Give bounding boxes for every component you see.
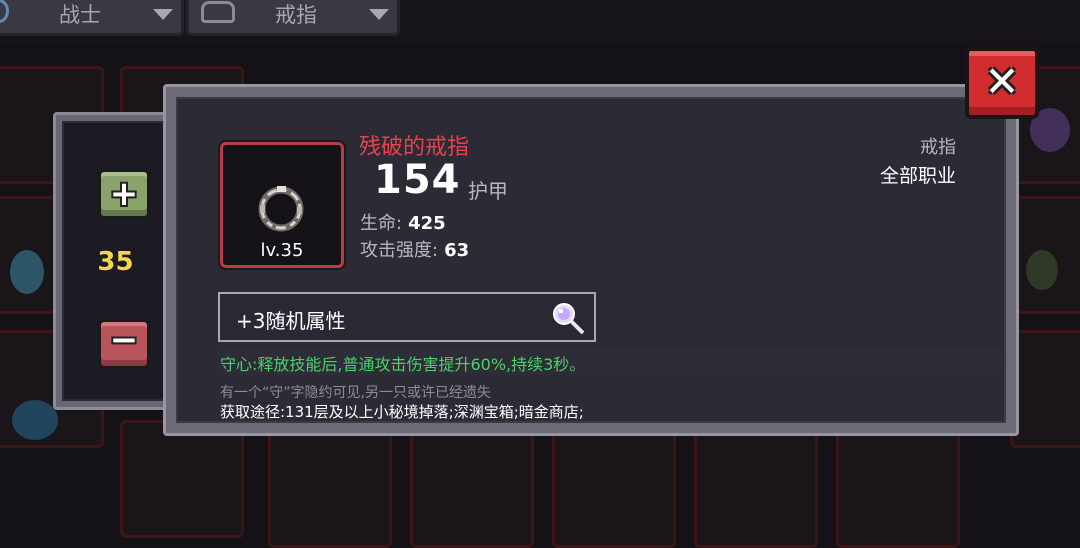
- stat-label: 攻击强度:: [360, 240, 439, 261]
- armor-label: 护甲: [468, 179, 508, 203]
- item-icon: [10, 250, 44, 294]
- random-attributes-label: +3随机属性: [236, 309, 346, 333]
- class-filter-label: 战士: [59, 3, 101, 27]
- random-attributes-button[interactable]: +3随机属性: [218, 292, 596, 342]
- item-icon-frame: lv.35: [220, 142, 344, 268]
- minus-icon: −: [109, 320, 139, 360]
- level-selector-inner: + 35 −: [62, 121, 169, 401]
- chevron-down-icon: [369, 9, 389, 20]
- class-filter-dropdown[interactable]: 战士: [0, 0, 184, 36]
- class-icon: [0, 0, 9, 23]
- close-button[interactable]: ✕: [965, 47, 1039, 119]
- close-icon: ✕: [984, 57, 1020, 106]
- inventory-slot: [410, 430, 534, 548]
- inventory-slot: [552, 430, 676, 548]
- level-increase-button[interactable]: +: [98, 169, 150, 219]
- slot-filter-label: 戒指: [275, 3, 317, 27]
- item-flavor-text: 有一个“守”字隐约可见,另一只或许已经遗失: [220, 385, 491, 401]
- item-icon: [12, 400, 58, 440]
- inventory-slot: [1010, 330, 1080, 448]
- item-icon: [1026, 250, 1058, 290]
- chevron-down-icon: [153, 9, 173, 20]
- item-level: lv.35: [260, 240, 304, 261]
- item-detail-panel: lv.35 残破的戒指 154 护甲 生命: 425 攻击强度: 63 戒指 全部职…: [163, 84, 1019, 436]
- inventory-slot: [120, 420, 244, 538]
- stat-label: 生命:: [360, 213, 403, 234]
- item-special-effect: 守心:释放技能后,普通攻击伤害提升60%,持续3秒。: [220, 355, 586, 374]
- plus-icon: +: [109, 174, 139, 214]
- class-requirement: 全部职业: [879, 165, 956, 187]
- stat-value: 63: [444, 240, 470, 261]
- stat-attack-power: 攻击强度: 63: [360, 236, 469, 262]
- level-selector-panel: + 35 −: [53, 112, 178, 410]
- inventory-slot: [694, 430, 818, 548]
- level-value: 35: [97, 247, 134, 277]
- inventory-slot: [268, 430, 392, 548]
- item-detail-inner: lv.35 残破的戒指 154 护甲 生命: 425 攻击强度: 63 戒指 全部职…: [176, 97, 1006, 423]
- magnifier-icon: [553, 303, 585, 335]
- filter-bar: 战士 戒指: [0, 0, 1080, 44]
- inventory-slot: [836, 430, 960, 548]
- stat-value: 425: [408, 213, 446, 234]
- armor-value: 154: [374, 157, 461, 203]
- helmet-icon: [201, 1, 235, 23]
- level-decrease-button[interactable]: −: [98, 319, 150, 369]
- slot-filter-dropdown[interactable]: 戒指: [186, 0, 400, 36]
- stat-health: 生命: 425: [360, 209, 446, 235]
- item-acquisition-source: 获取途径:131层及以上小秘境掉落;深渊宝箱;暗金商店;: [220, 403, 584, 421]
- ring-icon: [258, 186, 304, 232]
- item-slot-type: 戒指: [920, 137, 956, 158]
